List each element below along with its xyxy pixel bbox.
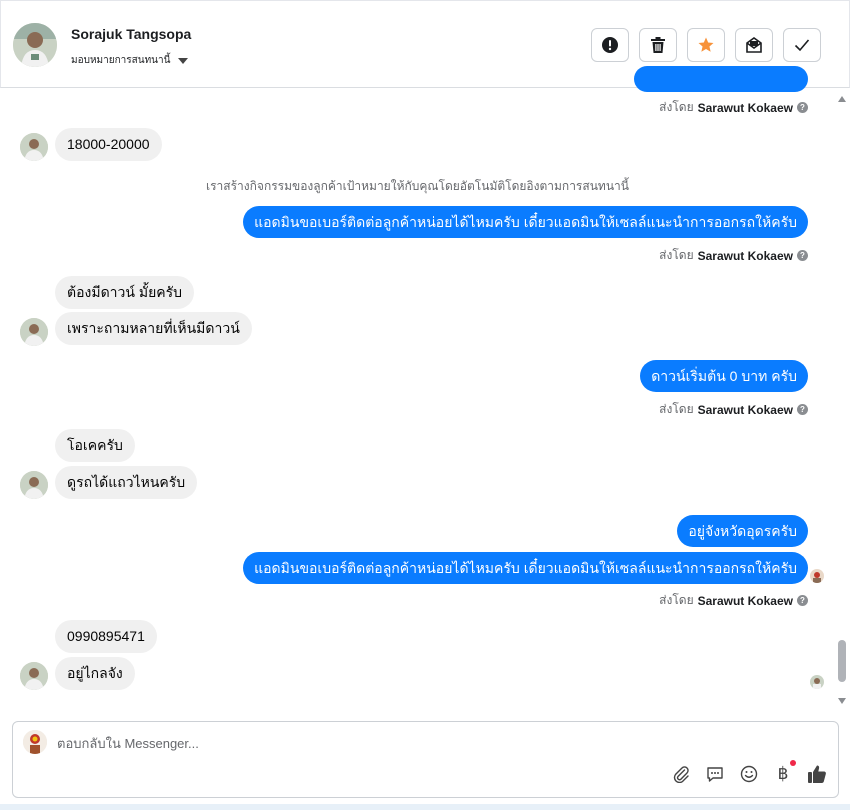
reply-composer: ฿ bbox=[12, 721, 839, 798]
contact-name[interactable]: Sorajuk Tangsopa bbox=[71, 26, 191, 42]
mark-unread-button[interactable] bbox=[735, 28, 773, 62]
composer-tools: ฿ bbox=[670, 760, 828, 785]
star-icon bbox=[698, 37, 714, 52]
outgoing-message[interactable]: แอดมินขอเบอร์ติดต่อลูกค้าหน่อยได้ไหมครับ… bbox=[243, 552, 808, 584]
attach-button[interactable] bbox=[670, 763, 692, 785]
mark-unread-icon bbox=[746, 37, 762, 53]
contact-avatar-small bbox=[20, 318, 48, 346]
payment-button[interactable]: ฿ bbox=[772, 760, 796, 785]
scroll-down-icon[interactable] bbox=[838, 698, 846, 704]
outgoing-message[interactable]: ดาวน์เริ่มต้น 0 บาท ครับ bbox=[640, 360, 808, 392]
incoming-message[interactable]: ต้องมีดาวน์ มั้ยครับ bbox=[55, 276, 195, 309]
sent-by-label: ส่งโดย Sarawut Kokaew ? bbox=[659, 400, 808, 419]
like-icon bbox=[808, 765, 826, 783]
assign-conversation-dropdown[interactable]: มอบหมายการสนทนานี้ bbox=[71, 53, 189, 68]
help-icon[interactable]: ? bbox=[797, 102, 808, 113]
saved-reply-icon bbox=[707, 767, 723, 782]
help-icon[interactable]: ? bbox=[797, 250, 808, 261]
contact-avatar-small bbox=[20, 471, 48, 499]
alert-icon bbox=[602, 37, 618, 53]
emoji-icon bbox=[740, 765, 758, 783]
help-icon[interactable]: ? bbox=[797, 595, 808, 606]
scroll-thumb[interactable] bbox=[838, 640, 846, 682]
check-icon bbox=[794, 39, 810, 52]
scroll-up-icon[interactable] bbox=[838, 96, 846, 102]
contact-avatar-small bbox=[20, 133, 48, 161]
incoming-message[interactable]: เพราะถามหลายที่เห็นมีดาวน์ bbox=[55, 312, 252, 345]
bottom-strip bbox=[0, 804, 850, 810]
notification-dot bbox=[790, 760, 796, 766]
outgoing-message[interactable]: อยู่จังหวัดอุดรครับ bbox=[677, 515, 808, 547]
header-actions bbox=[591, 28, 821, 62]
mark-done-button[interactable] bbox=[783, 28, 821, 62]
incoming-message[interactable]: โอเคครับ bbox=[55, 429, 135, 462]
emoji-button[interactable] bbox=[738, 763, 760, 785]
baht-icon: ฿ bbox=[777, 764, 789, 784]
incoming-message[interactable]: 18000-20000 bbox=[55, 128, 162, 161]
contact-avatar-small bbox=[20, 662, 48, 690]
outgoing-message[interactable]: แอดมินขอเบอร์ติดต่อลูกค้าหน่อยได้ไหมครับ… bbox=[243, 206, 808, 238]
incoming-message[interactable]: 0990895471 bbox=[55, 620, 157, 653]
mark-spam-button[interactable] bbox=[591, 28, 629, 62]
sent-by-label: ส่งโดย Sarawut Kokaew ? bbox=[659, 98, 808, 117]
sent-by-label: ส่งโดย Sarawut Kokaew ? bbox=[659, 246, 808, 265]
incoming-message[interactable]: อยู่ไกลจัง bbox=[55, 657, 135, 690]
agent-read-avatar bbox=[810, 569, 824, 583]
contact-read-avatar bbox=[810, 675, 824, 689]
help-icon[interactable]: ? bbox=[797, 404, 808, 415]
reply-input[interactable] bbox=[57, 732, 657, 754]
incoming-message[interactable]: ดูรถได้แถวไหนครับ bbox=[55, 466, 198, 499]
star-button[interactable] bbox=[687, 28, 725, 62]
message-thread[interactable]: ส่งโดย Sarawut Kokaew ? 18000-20000 เราส… bbox=[0, 66, 850, 710]
like-button[interactable] bbox=[806, 763, 828, 785]
attach-icon bbox=[673, 766, 689, 783]
delete-button[interactable] bbox=[639, 28, 677, 62]
system-note: เราสร้างกิจกรรมของลูกค้าเป้าหมายให้กับคุ… bbox=[206, 179, 629, 193]
agent-avatar bbox=[23, 730, 47, 754]
outgoing-message-partial bbox=[634, 66, 808, 92]
assign-label: มอบหมายการสนทนานี้ bbox=[71, 55, 171, 66]
trash-icon bbox=[651, 37, 665, 53]
sent-by-label: ส่งโดย Sarawut Kokaew ? bbox=[659, 591, 808, 610]
caret-down-icon bbox=[178, 57, 189, 64]
saved-replies-button[interactable] bbox=[704, 763, 726, 785]
thread-scrollbar[interactable] bbox=[836, 94, 848, 706]
contact-avatar[interactable] bbox=[13, 23, 57, 67]
